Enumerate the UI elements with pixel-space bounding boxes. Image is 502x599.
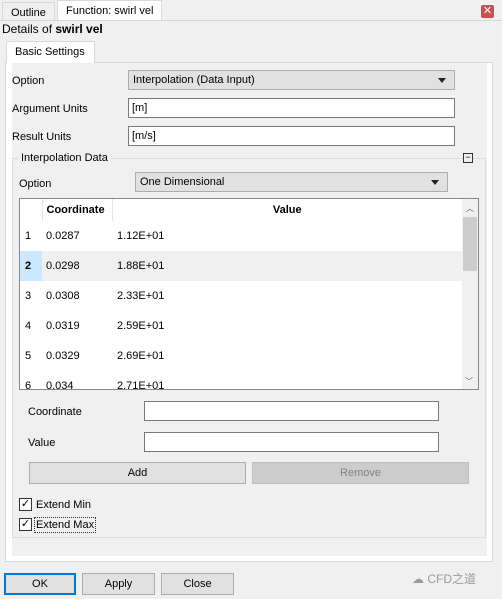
row-coordinate[interactable]: 0.034	[42, 371, 112, 389]
row-coordinate[interactable]: 0.0287	[42, 221, 112, 251]
remove-button[interactable]: Remove	[252, 462, 469, 484]
result-units-label: Result Units	[12, 131, 72, 143]
header-value[interactable]: Value	[111, 199, 462, 221]
details-prefix: Details of	[2, 22, 53, 36]
row-coordinate[interactable]: 0.0319	[42, 311, 112, 341]
wechat-icon: ☁	[412, 572, 428, 586]
extend-min-checkbox[interactable]: ✓	[19, 498, 32, 511]
option-select[interactable]: Interpolation (Data Input)	[128, 70, 455, 90]
row-index[interactable]: 4	[20, 311, 42, 341]
apply-button[interactable]: Apply	[82, 573, 155, 595]
coordinate-label: Coordinate	[28, 406, 82, 418]
collapse-icon[interactable]: −	[463, 153, 473, 163]
row-index[interactable]: 3	[20, 281, 42, 311]
interp-option-label: Option	[19, 178, 52, 190]
scroll-down-icon[interactable]: ﹀	[465, 376, 473, 387]
coordinate-input[interactable]	[144, 401, 439, 421]
watermark-text: CFD之道	[427, 572, 477, 586]
header-coordinate[interactable]: Coordinate	[41, 199, 112, 221]
value-label: Value	[28, 437, 56, 449]
interp-option-value: One Dimensional	[140, 176, 225, 188]
option-label: Option	[12, 75, 45, 87]
basic-settings-tab[interactable]: Basic Settings	[6, 41, 95, 63]
details-header: Details of swirl vel	[2, 22, 103, 36]
interp-option-select[interactable]: One Dimensional	[135, 172, 448, 192]
interpolation-title: Interpolation Data	[18, 152, 111, 164]
row-value[interactable]: 2.71E+01	[112, 371, 462, 389]
chevron-down-icon	[438, 78, 446, 83]
table-row[interactable]: 6 0.034 2.71E+01	[20, 371, 462, 389]
argument-units-label: Argument Units	[12, 103, 88, 115]
ok-button[interactable]: OK	[4, 573, 76, 595]
row-index[interactable]: 1	[20, 221, 42, 251]
header-index	[20, 199, 42, 221]
watermark: ☁ CFD之道	[412, 570, 476, 587]
row-value[interactable]: 2.33E+01	[112, 281, 462, 311]
extend-max-checkbox[interactable]: ✓	[19, 518, 32, 531]
row-value[interactable]: 2.59E+01	[112, 311, 462, 341]
tab-outline[interactable]: Outline	[2, 2, 55, 21]
scrollbar[interactable]: ︿ ﹀	[462, 199, 478, 389]
extend-max-label[interactable]: Extend Max	[34, 517, 97, 533]
table-row[interactable]: 5 0.0329 2.69E+01	[20, 341, 462, 371]
row-index[interactable]: 6	[20, 371, 42, 389]
table-row[interactable]: 3 0.0308 2.33E+01	[20, 281, 462, 311]
scroll-up-icon[interactable]: ︿	[462, 203, 478, 214]
argument-units-input[interactable]: [m]	[128, 98, 455, 118]
option-value: Interpolation (Data Input)	[133, 74, 255, 86]
row-coordinate[interactable]: 0.0329	[42, 341, 112, 371]
row-index[interactable]: 2	[20, 251, 42, 281]
details-name: swirl vel	[55, 22, 103, 36]
add-button[interactable]: Add	[29, 462, 246, 484]
row-value[interactable]: 2.69E+01	[112, 341, 462, 371]
table-row[interactable]: 4 0.0319 2.59E+01	[20, 311, 462, 341]
row-index[interactable]: 5	[20, 341, 42, 371]
row-coordinate[interactable]: 0.0298	[42, 251, 112, 281]
row-value[interactable]: 1.12E+01	[112, 221, 462, 251]
result-units-input[interactable]: [m/s]	[128, 126, 455, 146]
data-table: Coordinate Value 1 0.0287 1.12E+01 2 0.0298 1.…	[19, 198, 479, 390]
extend-min-label[interactable]: Extend Min	[36, 499, 91, 511]
row-coordinate[interactable]: 0.0308	[42, 281, 112, 311]
scroll-thumb[interactable]	[463, 217, 477, 271]
tab-function[interactable]: Function: swirl vel	[57, 0, 163, 21]
table-row[interactable]: 2 0.0298 1.88E+01	[20, 251, 462, 281]
divider	[0, 20, 502, 21]
row-value[interactable]: 1.88E+01	[112, 251, 462, 281]
table-header: Coordinate Value	[20, 199, 462, 221]
close-icon[interactable]: ✕	[481, 5, 494, 18]
close-button[interactable]: Close	[161, 573, 234, 595]
chevron-down-icon	[431, 180, 439, 185]
table-row[interactable]: 1 0.0287 1.12E+01	[20, 221, 462, 251]
value-input[interactable]	[144, 432, 439, 452]
